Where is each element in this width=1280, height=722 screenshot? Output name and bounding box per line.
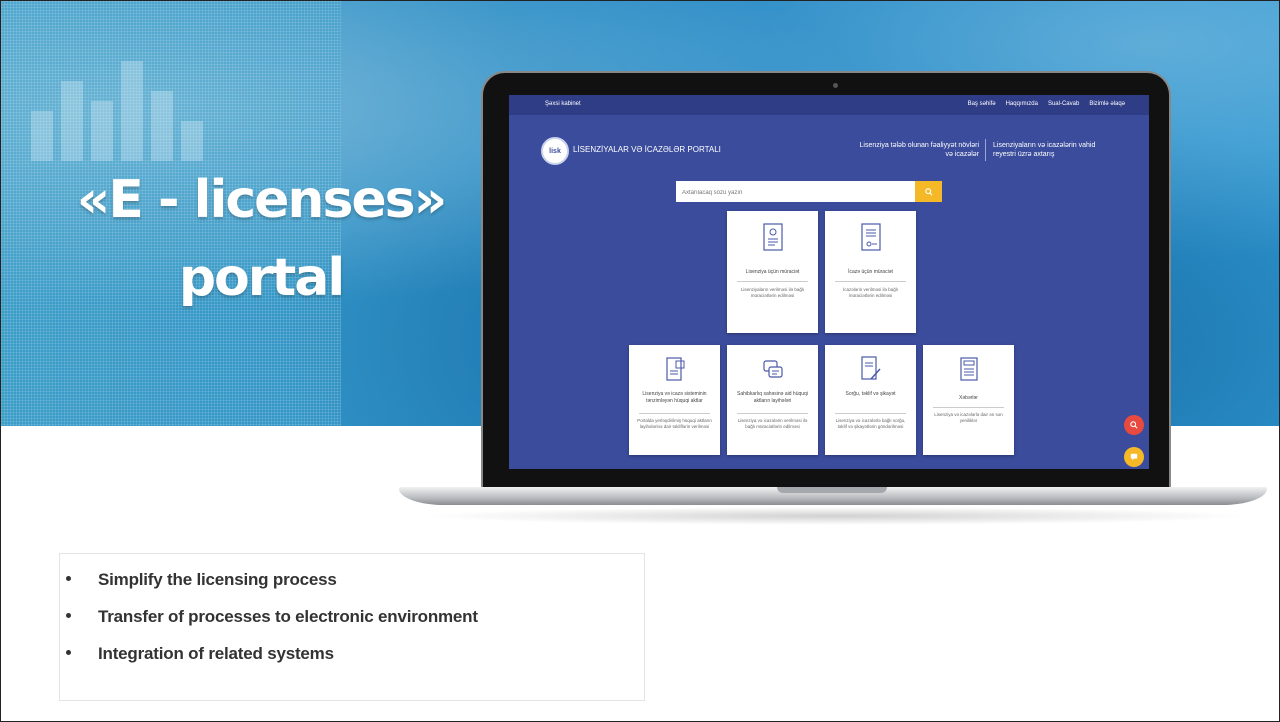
bullet-dot (66, 576, 71, 581)
card-legal-acts[interactable]: Lisenziya və icazə sisteminin tənzimləyə… (629, 345, 720, 455)
bullet-item: Transfer of processes to electronic envi… (60, 607, 644, 644)
card-description: Lisenziyaların verilməsi ilə bağlı mürac… (740, 287, 805, 298)
card-draft-acts[interactable]: Sahibkarlıq sahəsinə aid hüquqi aktların… (727, 345, 818, 455)
bullet-dot (66, 650, 71, 655)
card-divider (737, 281, 808, 282)
laptop-shadow (421, 507, 1251, 525)
laptop-base (399, 487, 1267, 505)
card-description: Portalda yerləşdirilmiş hüquqi aktların … (637, 418, 712, 429)
card-divider (933, 407, 1004, 408)
camera-dot (833, 83, 838, 88)
card-news[interactable]: Xəbərlər Lisenziya və icazələrlə dair ən… (923, 345, 1014, 455)
floating-search-button[interactable] (1124, 415, 1144, 435)
card-divider (835, 413, 906, 414)
bullet-dot (66, 613, 71, 618)
portal-logo[interactable]: lisk (541, 137, 569, 165)
nav-about[interactable]: Haqqımızda (1006, 101, 1038, 107)
nav-home[interactable]: Baş səhifə (968, 101, 996, 107)
bullet-text: Integration of related systems (98, 644, 334, 663)
card-title: Sorğu, təklif və şikayət (845, 391, 896, 397)
card-divider (737, 413, 808, 414)
slide-title-line1: «E - licenses» (76, 170, 447, 230)
laptop: Şəxsi kabinet Baş səhifə Haqqımızda Sual… (483, 73, 1169, 493)
card-divider (639, 413, 710, 414)
header-divider (985, 139, 986, 161)
card-title: Sahibkarlıq sahəsinə aid hüquqi aktların… (737, 391, 808, 404)
legal-acts-icon (665, 357, 684, 381)
card-title: Xəbərlər (959, 395, 978, 401)
background-bar-graphic (21, 41, 221, 161)
card-title: Lisenziya üçün müraciət (745, 269, 800, 275)
laptop-notch (777, 487, 887, 493)
chat-bubbles-icon (762, 360, 783, 378)
card-license-application[interactable]: Lisenziya üçün müraciət Lisenziyaların v… (727, 211, 818, 333)
floating-chat-button[interactable] (1124, 447, 1144, 467)
license-document-icon (762, 223, 783, 251)
bullet-list-box: Simplify the licensing process Transfer … (59, 553, 645, 701)
slide: «E - licenses» portal Şəxsi kabinet Baş … (0, 0, 1280, 722)
card-title: Lisenziya və icazə sisteminin tənzimləyə… (642, 391, 707, 404)
card-divider (835, 281, 906, 282)
activities-link[interactable]: Lisenziya tələb olunan fəaliyyət növləri… (859, 141, 979, 159)
portal-search (676, 181, 942, 204)
card-description: Lisenziya və icazələrlə bağlı sorğu, tək… (835, 418, 906, 429)
portal-nav: Baş səhifə Haqqımızda Sual-Cavab Bizimlə… (968, 101, 1125, 107)
bullet-list: Simplify the licensing process Transfer … (60, 570, 644, 681)
search-icon (1130, 421, 1138, 429)
edit-document-icon (860, 356, 881, 380)
portal-logo-text: lisk (549, 147, 561, 155)
card-description: Lisenziya və icazələrlə dair ən son yeni… (934, 412, 1003, 423)
registry-search-link[interactable]: Lisenziyaların və icazələrin vahid reyes… (993, 141, 1103, 159)
search-input[interactable] (676, 182, 918, 204)
card-title: İcazə üçün müraciət (848, 269, 893, 275)
search-button[interactable] (915, 181, 942, 202)
bullet-text: Transfer of processes to electronic envi… (98, 607, 478, 626)
card-description: İcazələrin verilməsi ilə bağlı müraciətl… (842, 287, 899, 298)
card-permit-application[interactable]: İcazə üçün müraciət İcazələrin verilməsi… (825, 211, 916, 333)
bullet-item: Simplify the licensing process (60, 570, 644, 607)
portal-topbar: Şəxsi kabinet Baş səhifə Haqqımızda Sual… (509, 95, 1149, 115)
portal-screen: Şəxsi kabinet Baş səhifə Haqqımızda Sual… (509, 95, 1149, 469)
permit-document-icon (860, 223, 881, 251)
newspaper-icon (959, 357, 978, 381)
slide-title-line2: portal (178, 248, 345, 308)
nav-faq[interactable]: Sual-Cavab (1048, 101, 1079, 107)
bullet-item: Integration of related systems (60, 644, 644, 681)
personal-cabinet-link[interactable]: Şəxsi kabinet (545, 101, 581, 107)
portal-name: LİSENZİYALAR VƏ İCAZƏLƏR PORTALI (573, 145, 721, 154)
bullet-text: Simplify the licensing process (98, 570, 337, 589)
card-inquiry-complaint[interactable]: Sorğu, təklif və şikayət Lisenziya və ic… (825, 345, 916, 455)
card-description: Lisenziya və icazələrin verilməsi ilə ba… (737, 418, 808, 429)
nav-contact[interactable]: Bizimlə əlaqə (1089, 101, 1125, 107)
chat-icon (1130, 453, 1138, 461)
slide-title: «E - licenses» portal (61, 161, 461, 317)
search-icon (924, 187, 933, 196)
